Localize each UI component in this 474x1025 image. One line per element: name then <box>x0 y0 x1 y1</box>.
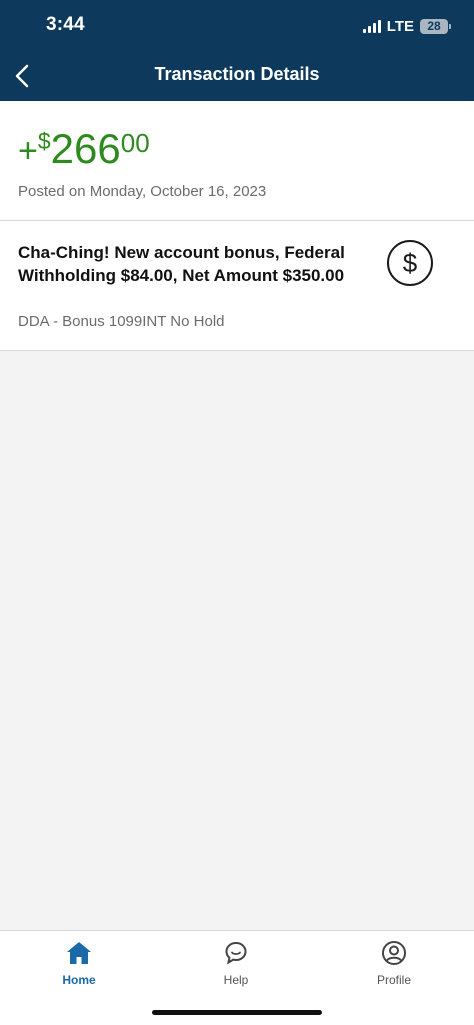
amount-sign: + <box>18 132 38 170</box>
transaction-amount: + $ 266 00 <box>18 128 150 170</box>
amount-currency: $ <box>37 128 51 154</box>
transaction-subdescription: DDA - Bonus 1099INT No Hold <box>18 313 225 330</box>
profile-icon <box>380 939 408 967</box>
amount-cents: 00 <box>120 128 150 158</box>
home-icon <box>65 939 93 967</box>
chat-bubble-icon <box>222 939 250 967</box>
transaction-description: Cha-Ching! New account bonus, Federal Wi… <box>18 243 345 285</box>
amount-section: + $ 266 00 Posted on Monday, October 16,… <box>0 101 474 221</box>
posted-date: Posted on Monday, October 16, 2023 <box>18 183 267 200</box>
transaction-detail: Cha-Ching! New account bonus, Federal Wi… <box>0 221 474 351</box>
dollar-icon: $ <box>387 240 433 286</box>
battery-level: 28 <box>427 19 441 33</box>
page-title: Transaction Details <box>154 64 320 84</box>
tab-home[interactable]: Home <box>29 939 129 987</box>
tab-help-label: Help <box>223 973 249 987</box>
amount-whole: 266 <box>50 125 121 172</box>
network-type: LTE <box>386 17 414 35</box>
status-time: 3:44 <box>46 14 85 35</box>
tab-profile[interactable]: Profile <box>344 939 444 987</box>
tab-help[interactable]: Help <box>186 939 286 987</box>
home-indicator <box>152 1010 322 1015</box>
battery-icon: 28 <box>420 18 451 34</box>
tab-profile-label: Profile <box>376 973 411 987</box>
status-indicators: LTE 28 <box>362 16 451 36</box>
tab-home-label: Home <box>62 973 96 987</box>
app-header: 3:44 LTE 28 Transaction Details <box>0 0 474 101</box>
signal-icon <box>362 19 381 33</box>
